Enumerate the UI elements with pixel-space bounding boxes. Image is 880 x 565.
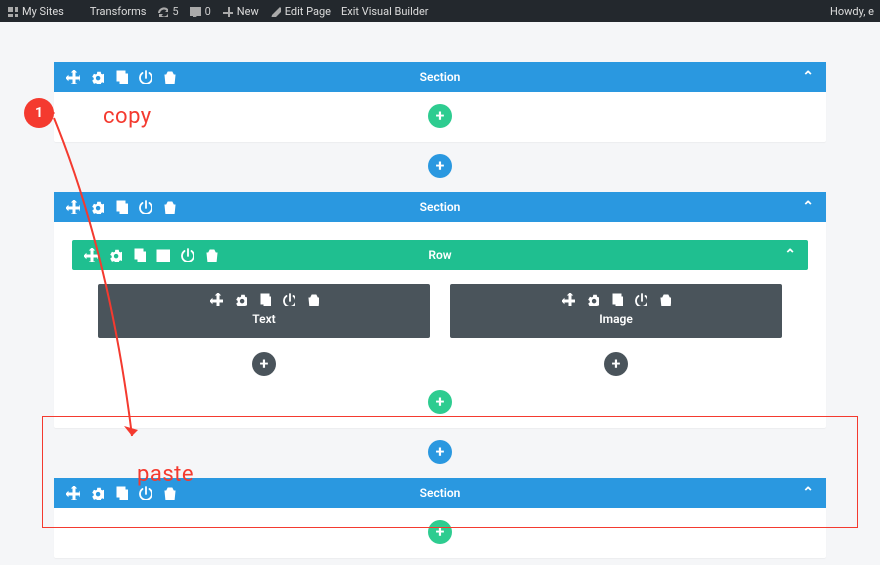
trash-icon[interactable] (162, 200, 176, 214)
add-module-button[interactable]: + (604, 352, 628, 376)
section-3-title: Section (420, 486, 461, 500)
module-text[interactable]: Text (98, 284, 430, 338)
power-icon[interactable] (281, 292, 295, 306)
row-columns: Text + Image + (72, 284, 808, 376)
section-3-body: + (54, 508, 826, 558)
column-1: Text + (98, 284, 430, 376)
columns-icon[interactable] (156, 248, 170, 262)
add-module-button[interactable]: + (252, 352, 276, 376)
power-icon[interactable] (180, 248, 194, 262)
annotation-marker-number: 1 (35, 105, 43, 121)
trash-icon[interactable] (162, 486, 176, 500)
gear-icon[interactable] (108, 248, 122, 262)
refresh-icon (156, 5, 168, 17)
section-2-header[interactable]: Section ⌃ (54, 192, 826, 222)
dashboard-icon (74, 5, 86, 17)
gear-icon[interactable] (90, 200, 104, 214)
module-image-label: Image (450, 312, 782, 326)
move-icon[interactable] (66, 70, 80, 84)
adminbar-editpage[interactable]: Edit Page (269, 5, 331, 18)
power-icon[interactable] (138, 200, 152, 214)
trash-icon[interactable] (162, 70, 176, 84)
add-row-button[interactable]: + (428, 520, 452, 544)
gear-icon[interactable] (585, 292, 599, 306)
annotation-marker: 1 (24, 98, 54, 128)
duplicate-icon[interactable] (114, 486, 128, 500)
adminbar-mysites[interactable]: My Sites (6, 5, 64, 18)
collapse-icon[interactable]: ⌃ (802, 200, 814, 214)
duplicate-icon[interactable] (132, 248, 146, 262)
power-icon[interactable] (138, 70, 152, 84)
module-text-label: Text (98, 312, 430, 326)
section-1-header[interactable]: Section ⌃ (54, 62, 826, 92)
adminbar-editpage-label: Edit Page (285, 5, 331, 18)
adminbar-site-label: Transforms (90, 5, 147, 18)
section-2-body: Row ⌃ Text + (54, 222, 826, 428)
module-image[interactable]: Image (450, 284, 782, 338)
section-1-body: + (54, 92, 826, 142)
collapse-icon[interactable]: ⌃ (802, 70, 814, 84)
adminbar-exit-label: Exit Visual Builder (341, 5, 429, 18)
row-title: Row (428, 248, 451, 262)
adminbar-site[interactable]: Transforms (74, 5, 147, 18)
pencil-icon (269, 5, 281, 17)
row-header[interactable]: Row ⌃ (72, 240, 808, 270)
gear-icon[interactable] (90, 70, 104, 84)
add-row-button[interactable]: + (428, 390, 452, 414)
adminbar-mysites-label: My Sites (22, 5, 64, 18)
duplicate-icon[interactable] (114, 200, 128, 214)
add-row-button[interactable]: + (428, 104, 452, 128)
trash-icon[interactable] (657, 292, 671, 306)
adminbar-howdy-label: Howdy, e (830, 5, 874, 18)
move-icon[interactable] (209, 292, 223, 306)
trash-icon[interactable] (305, 292, 319, 306)
section-1-title: Section (420, 70, 461, 84)
column-2: Image + (450, 284, 782, 376)
adminbar-updates-count: 5 (172, 5, 178, 18)
adminbar-howdy[interactable]: Howdy, e (830, 5, 874, 18)
adminbar-updates[interactable]: 5 (156, 5, 178, 18)
power-icon[interactable] (633, 292, 647, 306)
move-icon[interactable] (84, 248, 98, 262)
move-icon[interactable] (561, 292, 575, 306)
section-2-title: Section (420, 200, 461, 214)
collapse-icon[interactable]: ⌃ (784, 247, 796, 263)
plus-icon (221, 5, 233, 17)
admin-bar: My Sites Transforms 5 0 New Edit Page Ex… (0, 0, 880, 22)
adminbar-new[interactable]: New (221, 5, 259, 18)
collapse-icon[interactable]: ⌃ (802, 486, 814, 500)
adminbar-new-label: New (237, 5, 259, 18)
add-section-button[interactable]: + (428, 154, 452, 178)
power-icon[interactable] (138, 486, 152, 500)
duplicate-icon[interactable] (609, 292, 623, 306)
duplicate-icon[interactable] (257, 292, 271, 306)
move-icon[interactable] (66, 486, 80, 500)
annotation-paste-label: paste (137, 462, 194, 487)
add-section-button[interactable]: + (428, 440, 452, 464)
section-1: Section ⌃ + (54, 62, 826, 142)
gear-icon[interactable] (233, 292, 247, 306)
comment-icon (189, 5, 201, 17)
annotation-copy-label: copy (103, 104, 152, 129)
move-icon[interactable] (66, 200, 80, 214)
section-3: Section ⌃ + (54, 478, 826, 558)
adminbar-comments[interactable]: 0 (189, 5, 211, 18)
section-2: Section ⌃ Row ⌃ (54, 192, 826, 428)
gear-icon[interactable] (90, 486, 104, 500)
builder-canvas: Section ⌃ + + Section ⌃ (0, 22, 880, 565)
duplicate-icon[interactable] (114, 70, 128, 84)
grid-icon (6, 5, 18, 17)
adminbar-exit-visual-builder[interactable]: Exit Visual Builder (341, 5, 429, 18)
trash-icon[interactable] (204, 248, 218, 262)
adminbar-comments-count: 0 (205, 5, 211, 18)
